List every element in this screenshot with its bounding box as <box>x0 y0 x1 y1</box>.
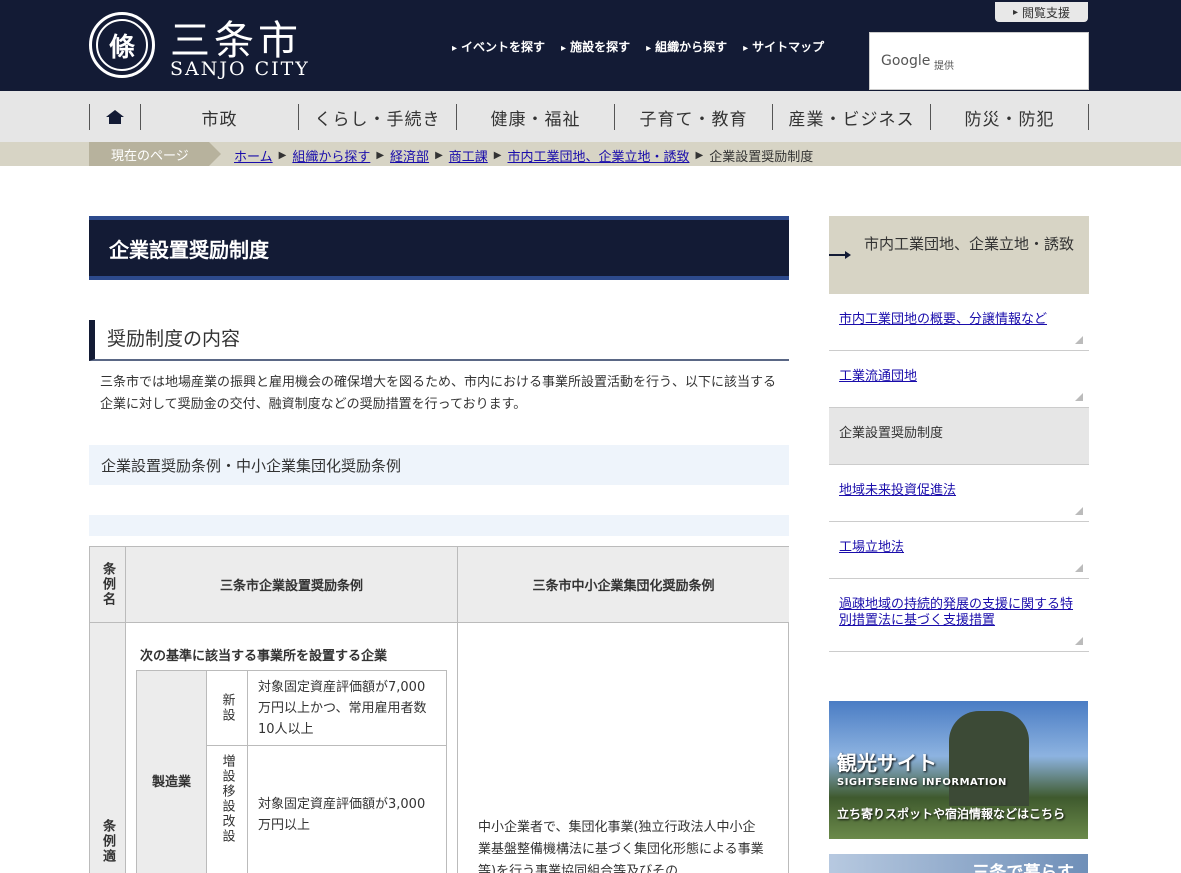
breadcrumb-arrow-icon: ▶ <box>695 150 704 161</box>
corner-triangle-icon <box>1075 507 1083 515</box>
banner-subtitle: SIGHTSEEING INFORMATION <box>837 777 1007 788</box>
breadcrumb-home[interactable]: ホーム <box>234 146 273 165</box>
topnav-sitemap[interactable]: サイトマップ <box>743 38 824 55</box>
site-header: 條 三条市 SANJO CITY イベントを探す 施設を探す 組織から探す サイ… <box>0 0 1181 91</box>
breadcrumb-organization[interactable]: 組織から探す <box>292 146 370 165</box>
col2-text: 中小企業者で、集団化事業(独立行政法人中小企業基盤整備機構法に基づく集団化形態に… <box>478 820 764 873</box>
sightseeing-banner[interactable]: 観光サイト SIGHTSEEING INFORMATION 立ち寄りスポットや宿… <box>829 701 1088 839</box>
top-navigation: イベントを探す 施設を探す 組織から探す サイトマップ <box>452 38 824 55</box>
table-header-ordinance-name: 条例名 <box>90 547 126 623</box>
sidebar-item-depopulated-areas[interactable]: 過疎地域の持続的発展の支援に関する特別措置法に基づく支援措置 <box>829 579 1089 652</box>
industry-label: 製造業 <box>137 671 207 873</box>
corner-triangle-icon <box>1075 564 1083 572</box>
breadcrumb-current: 企業設置奨励制度 <box>709 150 814 165</box>
breadcrumb-commerce-section[interactable]: 商工課 <box>449 146 488 165</box>
subsection-heading: 企業設置奨励条例・中小企業集団化奨励条例 <box>89 445 789 485</box>
rock-scenery <box>949 711 1029 806</box>
table-header-col2: 三条市中小企業集団化奨励条例 <box>458 547 789 623</box>
section-heading: 奨励制度の内容 <box>89 320 789 361</box>
corner-triangle-icon <box>1075 336 1083 344</box>
logo-english[interactable]: SANJO CITY <box>170 58 310 80</box>
intro-text: 三条市では地場産業の振興と雇用機会の確保増大を図るため、市内における事業所設置活… <box>100 375 777 412</box>
table-cell-col2: 中小企業者で、集団化事業(独立行政法人中小企業基盤整備機構法に基づく集団化形態に… <box>458 623 789 873</box>
table-header-col1: 三条市企業設置奨励条例 <box>126 547 458 623</box>
ordinance-table: 条例名 三条市企業設置奨励条例 三条市中小企業集団化奨励条例 条例適 次の基準に… <box>89 546 789 873</box>
subsection-bar <box>89 515 789 536</box>
emblem-symbol: 條 <box>96 19 148 71</box>
topnav-facilities[interactable]: 施設を探す <box>561 38 630 55</box>
nav-disaster[interactable]: 防災・防犯 <box>931 104 1089 130</box>
breadcrumb-arrow-icon: ▶ <box>435 150 443 161</box>
main-navigation: 市政 くらし・手続き 健康・福祉 子育て・教育 産業・ビジネス 防災・防犯 <box>0 91 1181 142</box>
topnav-organization[interactable]: 組織から探す <box>646 38 727 55</box>
sidebar-list: 市内工業団地の概要、分譲情報など 工業流通団地 企業設置奨励制度 地域未来投資促… <box>829 294 1089 652</box>
new-criteria-text: 対象固定資産評価額が7,000万円以上かつ、常用雇用者数10人以上 <box>248 671 446 746</box>
corner-triangle-icon <box>1075 393 1083 401</box>
breadcrumb-label: 現在のページ <box>89 142 221 166</box>
search-input[interactable]: Google 提供 <box>869 32 1089 90</box>
search-provided-label: 提供 <box>934 61 954 72</box>
sidebar-heading[interactable]: 市内工業団地、企業立地・誘致 <box>829 216 1089 294</box>
breadcrumb: 現在のページ ホーム ▶ 組織から探す ▶ 経済部 ▶ 商工課 ▶ 市内工業団地… <box>0 142 1181 166</box>
banner-note: 立ち寄りスポットや宿泊情報などはこちら <box>837 807 1066 821</box>
arrow-right-icon <box>829 251 851 259</box>
criteria-subtable: 製造業 新設 対象固定資産評価額が7,000万円以上かつ、常用雇用者数10人以上… <box>136 670 447 873</box>
living-banner[interactable]: 三条で暮らす <box>829 854 1088 873</box>
breadcrumb-industrial-park[interactable]: 市内工業団地、企業立地・誘致 <box>507 146 689 165</box>
home-icon <box>106 110 124 124</box>
breadcrumb-economy-dept[interactable]: 経済部 <box>390 146 429 165</box>
sidebar-item-current: 企業設置奨励制度 <box>829 408 1089 465</box>
search-brand: Google <box>881 53 931 69</box>
corner-triangle-icon <box>1075 637 1083 645</box>
expand-criteria-text: 対象固定資産評価額が3,000万円以上 <box>248 746 446 873</box>
topnav-events[interactable]: イベントを探す <box>452 38 545 55</box>
sidebar-item-industrial-park-overview[interactable]: 市内工業団地の概要、分譲情報など <box>829 294 1089 351</box>
sidebar-item-factory-location-law[interactable]: 工場立地法 <box>829 522 1089 579</box>
sidebar-item-regional-investment[interactable]: 地域未来投資促進法 <box>829 465 1089 522</box>
breadcrumb-arrow-icon: ▶ <box>376 150 385 161</box>
banner2-title: 三条で暮らす <box>972 863 1074 873</box>
criteria-title: 次の基準に該当する事業所を設置する企業 <box>140 649 388 664</box>
accessibility-button[interactable]: 閲覧支援 <box>995 2 1088 22</box>
new-label: 新設 <box>207 671 248 746</box>
table-row-header: 条例適 <box>90 623 126 873</box>
banner-title: 観光サイト <box>837 751 937 775</box>
nav-childcare[interactable]: 子育て・教育 <box>615 104 773 130</box>
breadcrumb-arrow-icon: ▶ <box>278 150 287 161</box>
nav-industry[interactable]: 産業・ビジネス <box>773 104 931 130</box>
nav-health[interactable]: 健康・福祉 <box>457 104 615 130</box>
nav-city-government[interactable]: 市政 <box>141 104 299 130</box>
city-emblem[interactable]: 條 <box>89 12 155 78</box>
breadcrumb-arrow-icon: ▶ <box>493 150 502 161</box>
nav-home[interactable] <box>89 104 141 130</box>
page-title: 企業設置奨励制度 <box>89 216 789 280</box>
sidebar-item-distribution-park[interactable]: 工業流通団地 <box>829 351 1089 408</box>
nav-living[interactable]: くらし・手続き <box>299 104 457 130</box>
expand-label: 増設移設改設 <box>207 746 248 873</box>
